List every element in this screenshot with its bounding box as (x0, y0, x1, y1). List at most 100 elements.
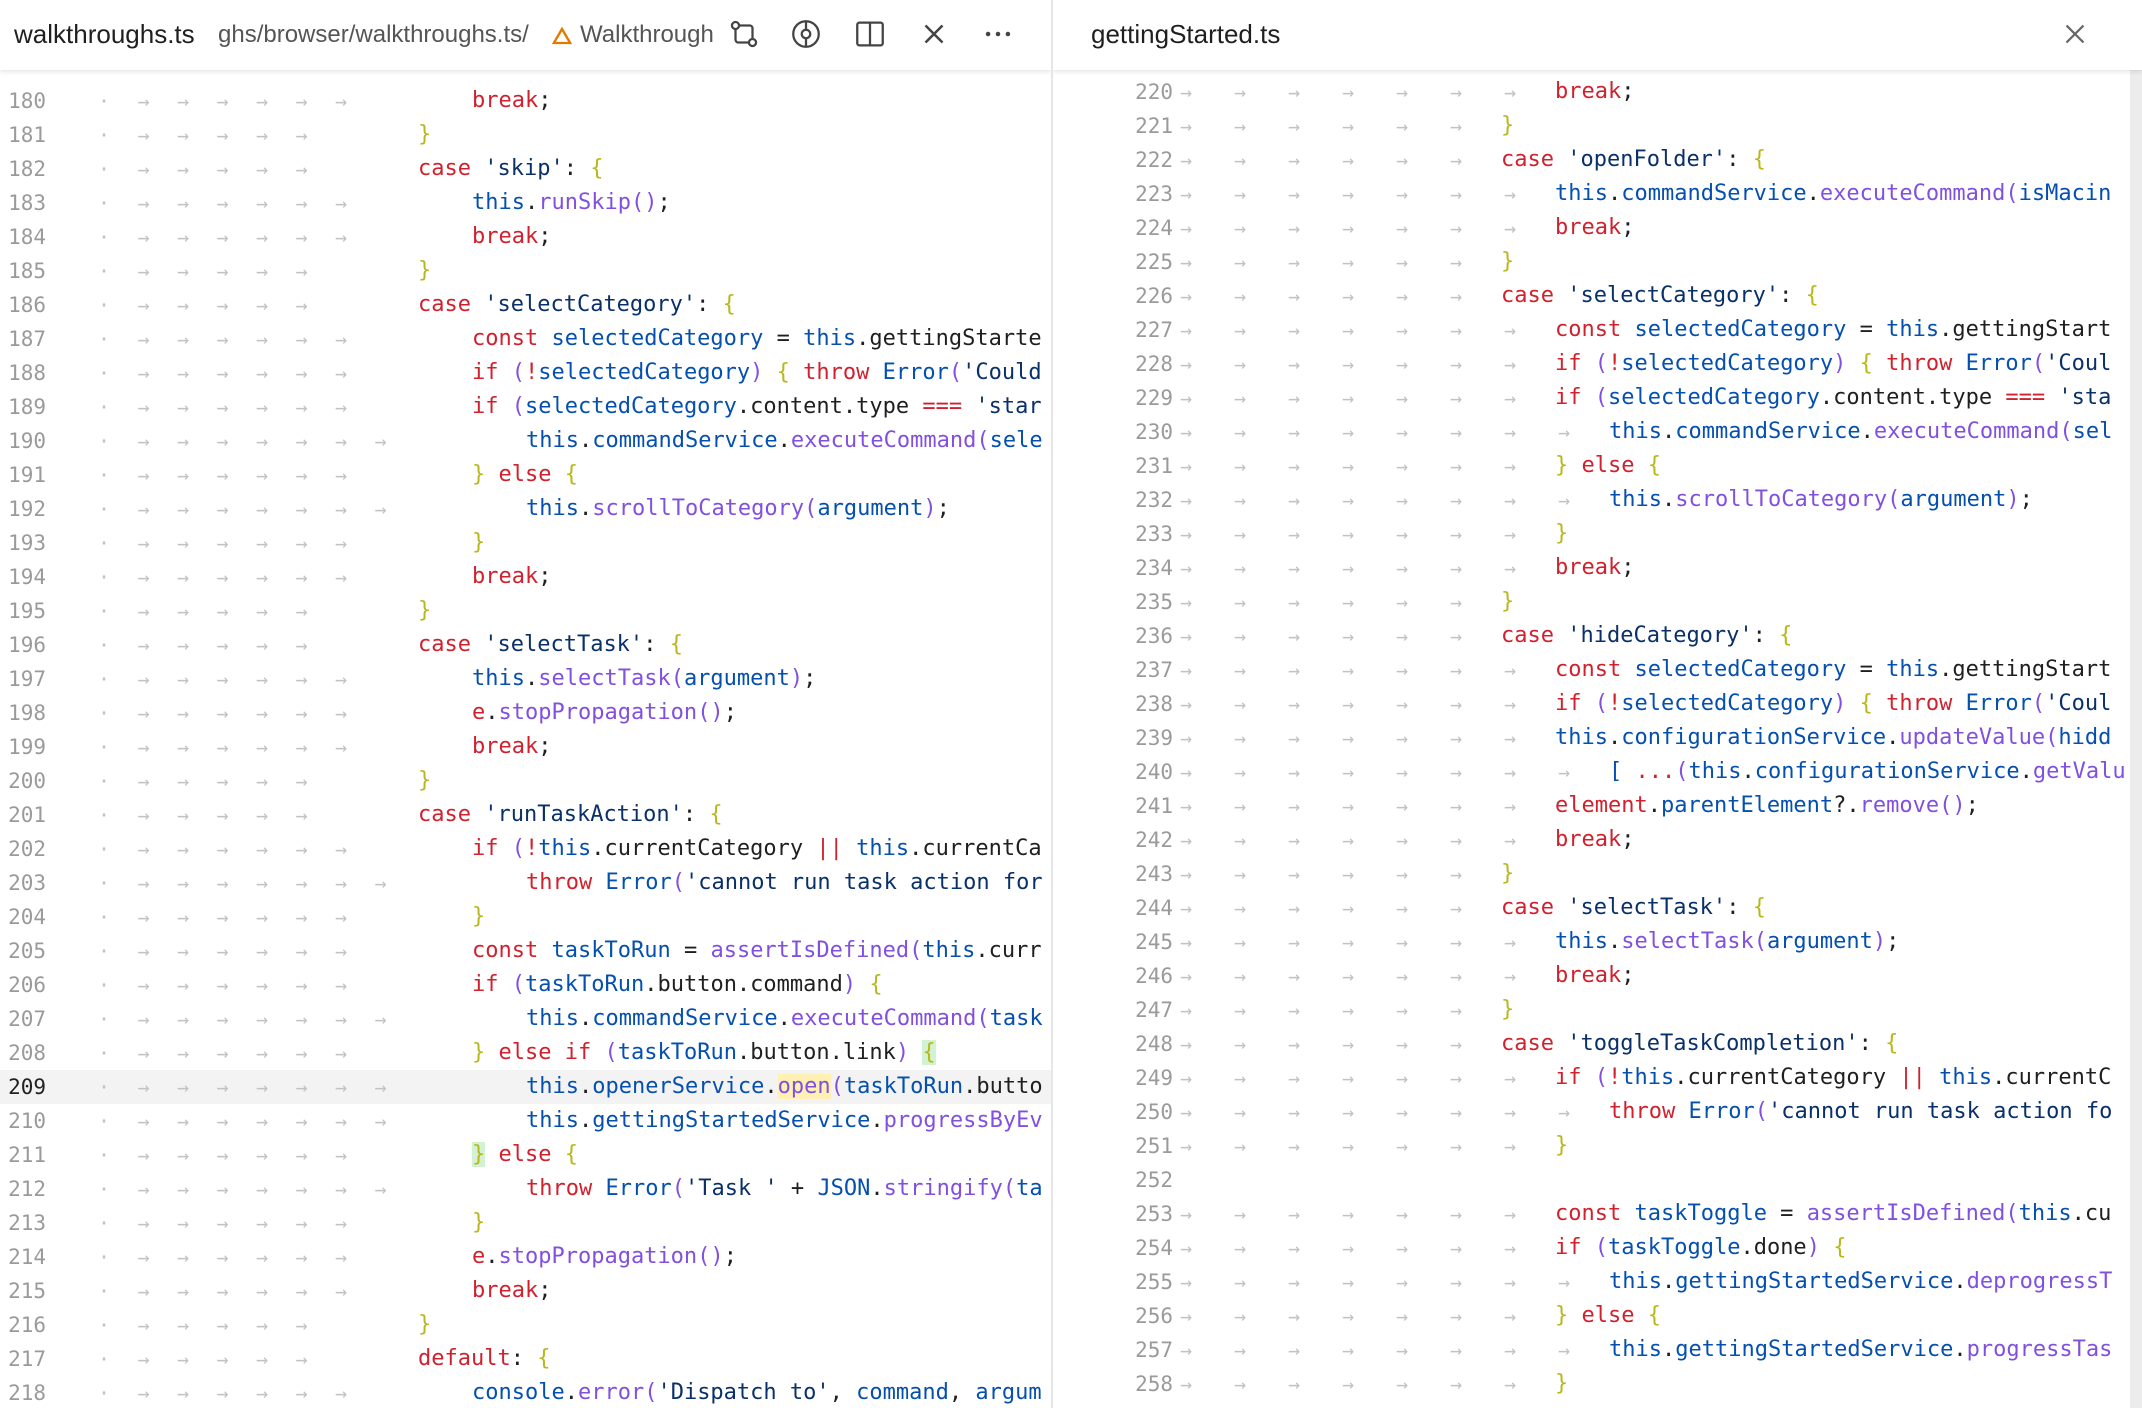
code-line[interactable]: 221 → → → → → →} (1053, 109, 2142, 143)
code-line[interactable]: 234 → → → → → → → break; (1053, 551, 2142, 585)
whitespace-tab-icon: · (98, 1245, 111, 1269)
git-commit-icon[interactable] (789, 17, 823, 51)
code-line[interactable]: 210 · → → → → → → → this.gettingStartedService.pr… (0, 1104, 1051, 1138)
whitespace-tab-icon: → (1450, 964, 1463, 988)
code-line[interactable]: 230 → → → → → → → → this.commandService.executeCo… (1053, 415, 2142, 449)
whitespace-tab-icon: → (177, 327, 190, 351)
code-line[interactable]: 204 · → → → → → →} (0, 900, 1051, 934)
code-line[interactable]: 238 → → → → → → → if (!selectedCategory) { throw… (1053, 687, 2142, 721)
whitespace-tab-icon: → (256, 803, 269, 827)
code-line[interactable]: 215 · → → → → → → break; (0, 1274, 1051, 1308)
code-line[interactable]: 207 · → → → → → → → this.commandService.executeCo… (0, 1002, 1051, 1036)
code-line[interactable]: 241 → → → → → → → element.parentElement?.remove(… (1053, 789, 2142, 823)
code-line[interactable]: 199 · → → → → → → break; (0, 730, 1051, 764)
code-line[interactable]: 250 → → → → → → → → throw Error('cannot run task … (1053, 1095, 2142, 1129)
breadcrumb-symbol[interactable]: Walkthrough (580, 21, 720, 49)
code-line[interactable]: 213 · → → → → → →} (0, 1206, 1051, 1240)
code-line[interactable]: 231 → → → → → → →} else { (1053, 449, 2142, 483)
tab-walkthroughs-ts[interactable]: walkthroughs.ts (14, 19, 195, 50)
code-line[interactable]: 182 · → → → → → case 'skip': { (0, 152, 1051, 186)
code-line[interactable]: 194 · → → → → → → break; (0, 560, 1051, 594)
whitespace-tab-icon: → (1396, 1134, 1409, 1158)
left-code-editor[interactable]: 180 · → → → → → → break; 181 · → → → → →} 182 · → → → → → case … (0, 0, 1051, 1408)
right-code-editor[interactable]: 220 → → → → → → → break; 221 → → → → → →} 222 → → → → → → case … (1053, 0, 2142, 1408)
code-line[interactable]: 214 · → → → → → → e.stopPropagation(); (0, 1240, 1051, 1274)
code-line[interactable]: 193 · → → → → → →} (0, 526, 1051, 560)
whitespace-tab-icon: → (1342, 658, 1355, 682)
code-line[interactable]: 195 · → → → → →} (0, 594, 1051, 628)
code-line[interactable]: 216 · → → → → →} (0, 1308, 1051, 1342)
code-line[interactable]: 184 · → → → → → → break; (0, 220, 1051, 254)
code-line[interactable]: 181 · → → → → →} (0, 118, 1051, 152)
code-line[interactable]: 180 · → → → → → → break; (0, 84, 1051, 118)
code-line[interactable]: 208 · → → → → → →} else if (taskToRun.button.li… (0, 1036, 1051, 1070)
code-line[interactable]: 187 · → → → → → → const selectedCategory = this.… (0, 322, 1051, 356)
code-line[interactable]: 192 · → → → → → → → this.scrollToCategory(argumen… (0, 492, 1051, 526)
code-line[interactable]: 236 → → → → → → case 'hideCategory': { (1053, 619, 2142, 653)
code-line[interactable]: 247 → → → → → →} (1053, 993, 2142, 1027)
code-line[interactable]: 256 → → → → → → →} else { (1053, 1299, 2142, 1333)
code-line[interactable]: 244 → → → → → → case 'selectTask': { (1053, 891, 2142, 925)
code-line[interactable]: 252 (1053, 1163, 2142, 1197)
code-line[interactable]: 191 · → → → → → →} else { (0, 458, 1051, 492)
code-line[interactable]: 227 → → → → → → → const selectedCategory = this.… (1053, 313, 2142, 347)
code-line[interactable]: 209 · → → → → → → → this.openerService.open(taskT… (0, 1070, 1051, 1104)
split-editor-icon[interactable] (853, 17, 887, 51)
code-line[interactable]: 249 → → → → → → → if (!this.currentCategory || t… (1053, 1061, 2142, 1095)
code-line[interactable]: 258 → → → → → → →} (1053, 1367, 2142, 1401)
code-line[interactable]: 198 · → → → → → → e.stopPropagation(); (0, 696, 1051, 730)
breadcrumb[interactable]: ghs/browser/walkthroughs.ts/ (218, 21, 529, 49)
code-line[interactable]: 229 → → → → → → → if (selectedCategory.content.t… (1053, 381, 2142, 415)
code-line[interactable]: 201 · → → → → → case 'runTaskAction': { (0, 798, 1051, 832)
whitespace-tab-icon: → (1288, 1100, 1301, 1124)
code-line[interactable]: 197 · → → → → → → this.selectTask(argument); (0, 662, 1051, 696)
code-line[interactable]: 246 → → → → → → → break; (1053, 959, 2142, 993)
code-line[interactable]: 203 · → → → → → → → throw Error('cannot run task … (0, 866, 1051, 900)
code-line[interactable]: 248 → → → → → → case 'toggleTaskCompletion': { (1053, 1027, 2142, 1061)
code-line[interactable]: 254 → → → → → → → if (taskToggle.done) { (1053, 1231, 2142, 1265)
code-line[interactable]: 205 · → → → → → → const taskToRun = assertIsDefi… (0, 934, 1051, 968)
code-line[interactable]: 218 · → → → → → → console.error('Dispatch to', c… (0, 1376, 1051, 1408)
code-line[interactable]: 183 · → → → → → → this.runSkip(); (0, 186, 1051, 220)
code-line[interactable]: 242 → → → → → → → break; (1053, 823, 2142, 857)
code-line[interactable]: 251 → → → → → → →} (1053, 1129, 2142, 1163)
code-line[interactable]: 224 → → → → → → → break; (1053, 211, 2142, 245)
code-line[interactable]: 188 · → → → → → → if (!selectedCategory) { throw… (0, 356, 1051, 390)
code-line[interactable]: 225 → → → → → →} (1053, 245, 2142, 279)
code-line[interactable]: 222 → → → → → → case 'openFolder': { (1053, 143, 2142, 177)
code-line[interactable]: 223 → → → → → → → this.commandService.executeCom… (1053, 177, 2142, 211)
close-icon[interactable] (917, 17, 951, 51)
code-line[interactable]: 253 → → → → → → → const taskToggle = assertIsDef… (1053, 1197, 2142, 1231)
code-line[interactable]: 228 → → → → → → → if (!selectedCategory) { throw… (1053, 347, 2142, 381)
code-line[interactable]: 186 · → → → → → case 'selectCategory': { (0, 288, 1051, 322)
code-line[interactable]: 189 · → → → → → → if (selectedCategory.content.t… (0, 390, 1051, 424)
code-line[interactable]: 240 → → → → → → → → [ ...(this.configurationServi… (1053, 755, 2142, 789)
code-line[interactable]: 202 · → → → → → → if (!this.currentCategory || t… (0, 832, 1051, 866)
code-line[interactable]: 196 · → → → → → case 'selectTask': { (0, 628, 1051, 662)
branch-compare-icon[interactable] (727, 17, 761, 51)
code-line[interactable]: 226 → → → → → → case 'selectCategory': { (1053, 279, 2142, 313)
code-line[interactable]: 255 → → → → → → → → this.gettingStartedService.de… (1053, 1265, 2142, 1299)
code-line[interactable]: 257 → → → → → → → → this.gettingStartedService.pr… (1053, 1333, 2142, 1367)
code-line[interactable]: 243 → → → → → →} (1053, 857, 2142, 891)
code-line[interactable]: 212 · → → → → → → → throw Error('Task ' + JSON.st… (0, 1172, 1051, 1206)
code-line[interactable]: 245 → → → → → → → this.selectTask(argument); (1053, 925, 2142, 959)
code-line[interactable]: 211 · → → → → → →} else { (0, 1138, 1051, 1172)
code-line[interactable]: 235 → → → → → →} (1053, 585, 2142, 619)
whitespace-tab-icon: → (177, 871, 190, 895)
more-actions-icon[interactable] (981, 17, 1015, 51)
whitespace-tab-icon: → (256, 259, 269, 283)
code-line[interactable]: 206 · → → → → → → if (taskToRun.button.command) … (0, 968, 1051, 1002)
vertical-scrollbar[interactable] (2130, 70, 2142, 1408)
code-line[interactable]: 232 → → → → → → → → this.scrollToCategory(argumen… (1053, 483, 2142, 517)
close-icon[interactable] (2058, 17, 2092, 51)
code-line[interactable]: 200 · → → → → →} (0, 764, 1051, 798)
code-line[interactable]: 217 · → → → → → default: { (0, 1342, 1051, 1376)
code-line[interactable]: 185 · → → → → →} (0, 254, 1051, 288)
code-line[interactable]: 220 → → → → → → → break; (1053, 75, 2142, 109)
code-line[interactable]: 190 · → → → → → → → this.commandService.executeCo… (0, 424, 1051, 458)
code-line[interactable]: 239 → → → → → → → this.configurationService.upda… (1053, 721, 2142, 755)
code-line[interactable]: 237 → → → → → → → const selectedCategory = this.… (1053, 653, 2142, 687)
code-line[interactable]: 233 → → → → → → →} (1053, 517, 2142, 551)
tab-gettingstarted-ts[interactable]: gettingStarted.ts (1091, 19, 1280, 50)
